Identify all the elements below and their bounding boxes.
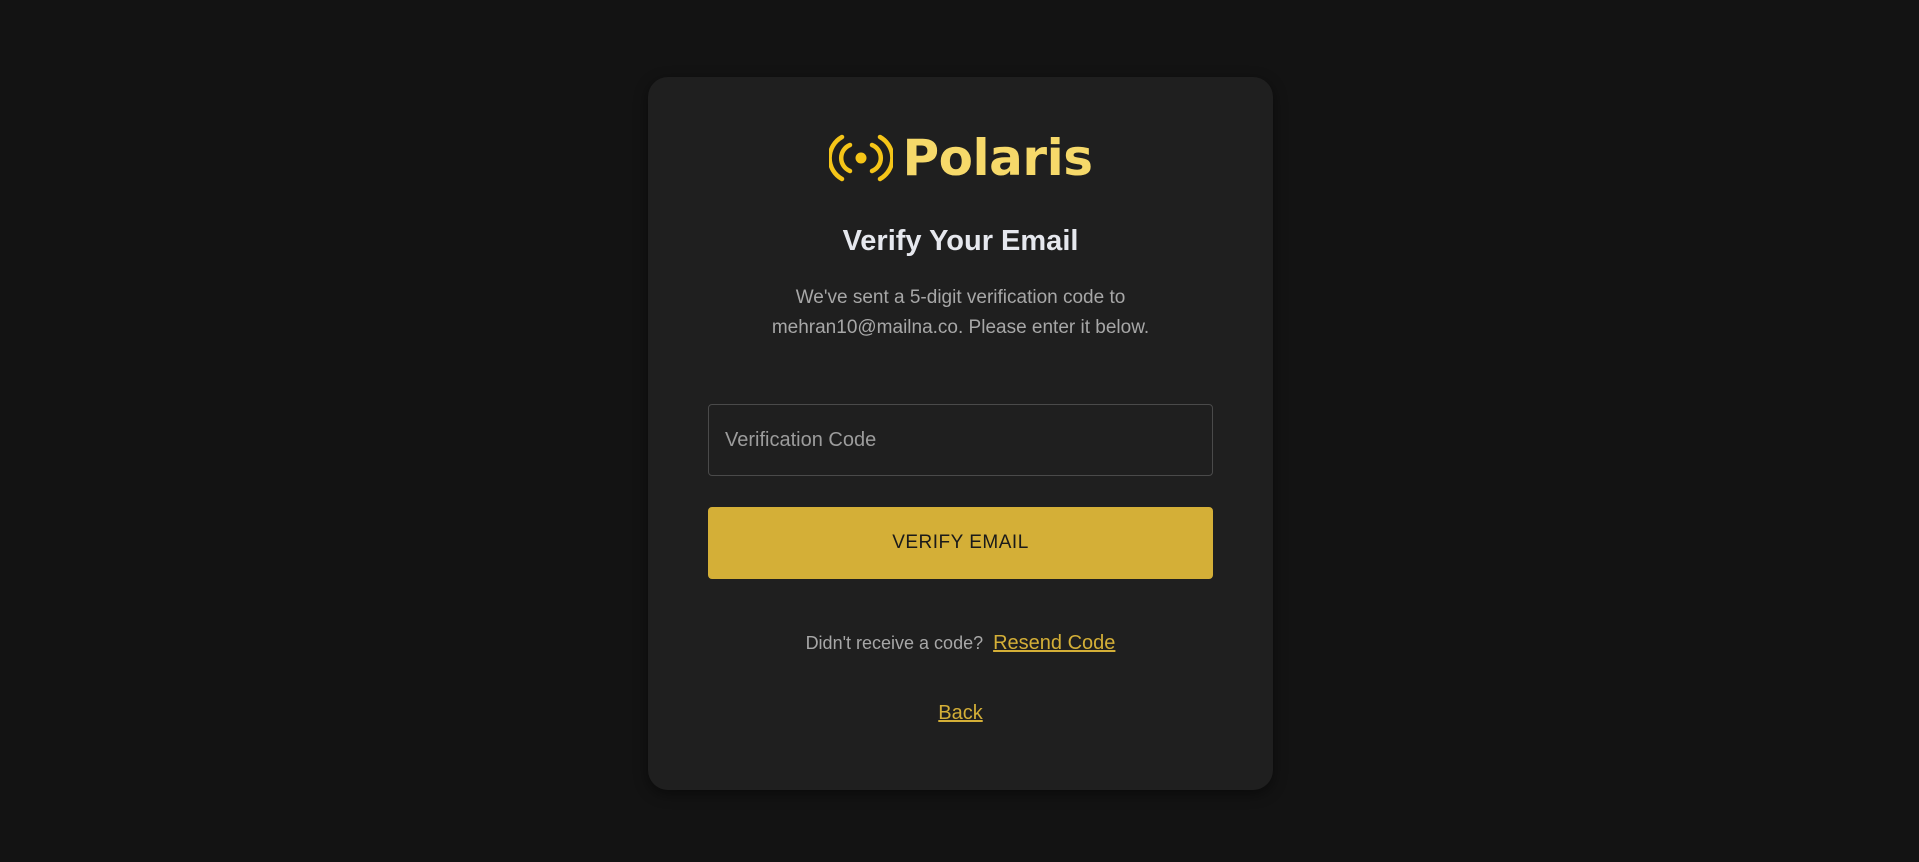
verification-code-input[interactable] — [708, 404, 1213, 476]
verify-email-button[interactable]: VERIFY EMAIL — [708, 507, 1213, 579]
resend-code-link[interactable]: Resend Code — [993, 632, 1115, 655]
resend-prompt: Didn't receive a code? — [805, 633, 984, 653]
broadcast-icon — [828, 134, 893, 182]
page-title: Verify Your Email — [842, 225, 1079, 257]
back-link[interactable]: Back — [938, 702, 982, 724]
brand-logo: Polaris — [648, 133, 1273, 183]
back-row: Back — [648, 702, 1273, 725]
resend-row: Didn't receive a code? Resend Code — [648, 632, 1273, 655]
verify-card: Polaris Verify Your Email We've sent a 5… — [648, 77, 1273, 790]
verification-description: We've sent a 5-digit verification code t… — [771, 287, 1150, 338]
brand-name: Polaris — [902, 129, 1093, 187]
